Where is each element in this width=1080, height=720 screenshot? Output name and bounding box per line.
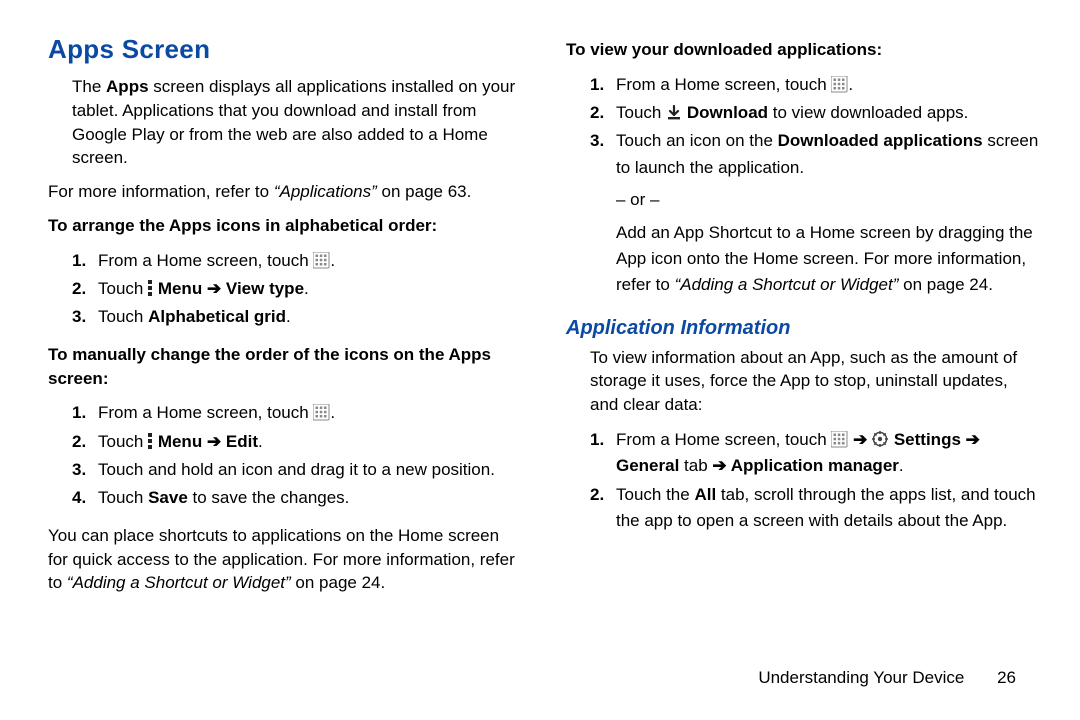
step-number: 2. (590, 482, 604, 508)
text: on page 63. (377, 182, 472, 201)
task-heading-alphabetical: To arrange the Apps icons in alphabetica… (48, 214, 522, 238)
text: From a Home screen, touch (616, 430, 831, 449)
text: Touch (98, 432, 148, 451)
text: . (286, 307, 291, 326)
step-number: 3. (72, 457, 86, 483)
step: 3. Touch and hold an icon and drag it to… (48, 457, 522, 483)
text: Touch (616, 103, 666, 122)
alternative-text: Add an App Shortcut to a Home screen by … (616, 220, 1040, 299)
step-number: 1. (590, 72, 604, 98)
step: 3. Touch Alphabetical grid. (48, 304, 522, 330)
text-bold: Menu (153, 432, 207, 451)
text-bold: Edit (221, 432, 258, 451)
text: Touch (98, 307, 148, 326)
arrow-icon: ➔ (712, 456, 726, 475)
text-bold: Menu (153, 279, 207, 298)
text-bold: General (616, 456, 679, 475)
crossref-shortcut-widget-left: You can place shortcuts to applications … (48, 524, 522, 595)
step: 1. From a Home screen, touch ➔ Settings … (566, 427, 1040, 480)
intro-paragraph: The Apps screen displays all application… (72, 75, 522, 170)
left-column: Apps Screen The Apps screen displays all… (48, 34, 544, 700)
apps-grid-icon (831, 76, 848, 93)
text: From a Home screen, touch (616, 75, 831, 94)
chapter-title: Understanding Your Device (758, 668, 964, 687)
text-bold: Apps (106, 77, 149, 96)
step: 1. From a Home screen, touch . (566, 72, 1040, 98)
text-bold: Settings (889, 430, 966, 449)
text-bold: Downloaded applications (778, 131, 983, 150)
page-footer: Understanding Your Device 26 (758, 668, 1016, 688)
text-bold: View type (221, 279, 304, 298)
text: Touch (98, 488, 148, 507)
text: . (848, 75, 853, 94)
step: 4. Touch Save to save the changes. (48, 485, 522, 511)
step: 2. Touch Menu ➔ View type. (48, 276, 522, 302)
step-number: 2. (590, 100, 604, 126)
text: From a Home screen, touch (98, 251, 313, 270)
step-number: 1. (72, 400, 86, 426)
text: tab (679, 456, 712, 475)
crossref-applications: For more information, refer to “Applicat… (48, 180, 522, 204)
step: 2. Touch the All tab, scroll through the… (566, 482, 1040, 535)
or-separator: – or – (616, 187, 1040, 213)
text: on page 24. (291, 573, 386, 592)
text-bold: All (694, 485, 716, 504)
step-number: 1. (590, 427, 604, 453)
steps-app-info: 1. From a Home screen, touch ➔ Settings … (566, 427, 1040, 534)
download-icon (666, 105, 682, 121)
arrow-icon: ➔ (966, 430, 980, 449)
text-bold: Application manager (727, 456, 899, 475)
text-italic: “Adding a Shortcut or Widget” (675, 275, 899, 294)
text-bold: Alphabetical grid (148, 307, 286, 326)
task-heading-manual-order: To manually change the order of the icon… (48, 343, 522, 391)
arrow-icon: ➔ (207, 279, 221, 298)
apps-grid-icon (313, 404, 330, 421)
subsection-heading-app-info: Application Information (566, 317, 1040, 340)
step: 1. From a Home screen, touch . (48, 400, 522, 426)
section-heading-apps-screen: Apps Screen (48, 34, 522, 65)
text-italic: “Adding a Shortcut or Widget” (67, 573, 291, 592)
task-heading-downloaded: To view your downloaded applications: (566, 38, 1040, 62)
apps-grid-icon (831, 431, 848, 448)
step-number: 3. (590, 128, 604, 154)
arrow-icon: ➔ (848, 430, 872, 449)
step: 2. Touch Menu ➔ Edit. (48, 429, 522, 455)
step-number: 1. (72, 248, 86, 274)
text: . (258, 432, 263, 451)
text: Touch (98, 279, 148, 298)
manual-page: Apps Screen The Apps screen displays all… (0, 0, 1080, 720)
text-italic: “Applications” (274, 182, 377, 201)
app-info-intro: To view information about an App, such a… (590, 346, 1040, 417)
settings-icon (872, 431, 889, 448)
text: Touch an icon on the (616, 131, 778, 150)
text: . (330, 251, 335, 270)
step-number: 4. (72, 485, 86, 511)
apps-grid-icon (313, 252, 330, 269)
text: on page 24. (898, 275, 993, 294)
text: For more information, refer to (48, 182, 274, 201)
text: . (899, 456, 904, 475)
text: to view downloaded apps. (768, 103, 968, 122)
step: 3. Touch an icon on the Downloaded appli… (566, 128, 1040, 298)
step-number: 3. (72, 304, 86, 330)
step-number: 2. (72, 276, 86, 302)
text-bold: Download (682, 103, 768, 122)
text: The (72, 77, 106, 96)
steps-manual-order: 1. From a Home screen, touch . 2. Touch … (48, 400, 522, 511)
right-column: To view your downloaded applications: 1.… (544, 34, 1040, 700)
arrow-icon: ➔ (207, 432, 221, 451)
page-number: 26 (997, 668, 1016, 687)
steps-downloaded: 1. From a Home screen, touch . 2. Touch … (566, 72, 1040, 299)
text: Touch the (616, 485, 694, 504)
step: 2. Touch Download to view downloaded app… (566, 100, 1040, 126)
step: 1. From a Home screen, touch . (48, 248, 522, 274)
step-number: 2. (72, 429, 86, 455)
text: From a Home screen, touch (98, 403, 313, 422)
text-bold: Save (148, 488, 188, 507)
text: to save the changes. (188, 488, 350, 507)
text: . (304, 279, 309, 298)
text: Touch and hold an icon and drag it to a … (98, 460, 495, 479)
steps-alphabetical: 1. From a Home screen, touch . 2. Touch … (48, 248, 522, 331)
text: . (330, 403, 335, 422)
